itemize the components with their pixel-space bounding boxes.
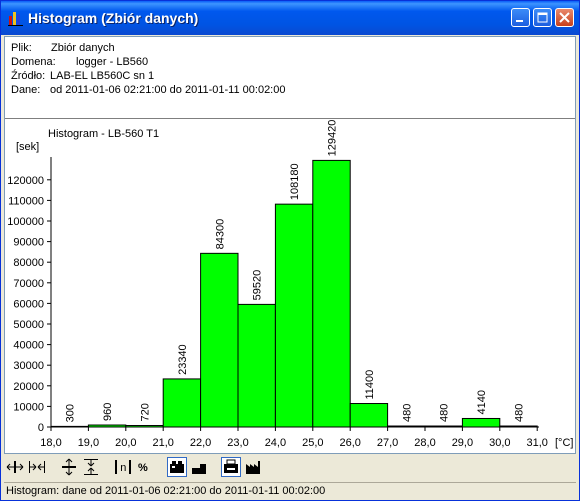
bar-value-label: 59520 [252,270,264,301]
y-tick-label: 10000 [13,401,44,413]
maximize-button[interactable] [533,8,552,27]
source-value: LAB-EL LB560C sn 1 [50,70,155,82]
bar-value-label: 960 [102,403,114,421]
y-tick-label: 60000 [13,298,44,310]
legend-toggle-button[interactable] [167,457,187,477]
bar-value-label: 4140 [476,390,488,414]
x-tick-label: 24,0 [265,437,286,449]
y-tick-label: 40000 [13,340,44,352]
x-axis-unit: [°C] [555,437,573,449]
y-tick-label: 0 [38,422,44,434]
histogram-panel: Plik: Zbiór danych Domena: logger - LB56… [4,36,576,454]
bar-value-label: 720 [140,403,152,421]
y-tick-label: 90000 [13,237,44,249]
x-tick-label: 20,0 [115,437,136,449]
data-range-value: od 2011-01-06 02:21:00 do 2011-01-11 00:… [50,84,286,96]
x-tick-label: 18,0 [40,437,61,449]
bar-value-label: 480 [439,404,451,422]
close-icon [559,12,570,23]
y-tick-label: 110000 [8,195,44,207]
chart-title: Histogram - LB-560 T1 [48,128,159,140]
x-tick-label: 30,0 [489,437,510,449]
bar-value-label: 23340 [177,344,189,375]
y-tick-label: 80000 [13,257,44,269]
x-tick-label: 29,0 [452,437,473,449]
x-tick-label: 21,0 [152,437,173,449]
y-tick-label: 30000 [13,360,44,372]
zoom-y-in-button[interactable] [59,457,79,477]
x-tick-label: 31,0 [526,437,547,449]
count-mode-button[interactable]: n [113,457,133,477]
svg-text:n: n [120,463,127,475]
y-tick-label: 120000 [7,175,44,187]
bar-value-label: 480 [401,404,413,422]
bar-value-label: 11400 [364,370,376,400]
file-value: Zbiór danych [51,42,115,54]
file-label: Plik: [11,42,32,54]
percent-mode-icon: % [138,462,148,474]
histogram-bar [200,252,239,428]
domain-value: logger - LB560 [76,56,149,68]
histogram-bar [162,378,202,428]
zoom-y-out-icon [84,459,98,475]
app-icon [8,12,23,26]
histogram-bar [312,159,351,428]
domain-label: Domena: [11,56,56,68]
window-title: Histogram (Zbiór danych) [28,10,199,26]
bar-value-label: 84300 [214,219,226,250]
minimize-button[interactable] [511,8,530,27]
histogram-window: Histogram (Zbiór danych) Plik: Zbiór dan… [0,0,580,501]
legend-toggle-icon [170,461,184,473]
maximize-icon [537,12,548,23]
x-tick-label: 27,0 [377,437,398,449]
histogram-bar [461,417,501,428]
x-tick-label: 25,0 [302,437,323,449]
factory-button[interactable] [243,457,263,477]
print-button[interactable] [221,457,241,477]
count-mode-icon: n [115,460,131,475]
bar-style-icon [192,464,206,474]
x-tick-label: 23,0 [227,437,248,449]
zoom-y-in-icon [62,458,76,476]
y-axis-unit: [sek] [16,141,39,153]
print-icon [224,459,238,473]
toolbar: n % [4,456,576,480]
status-bar: Histogram: dane od 2011-01-06 02:21:00 d… [4,482,576,499]
percent-mode-button[interactable]: % [135,457,155,477]
y-tick-label: 50000 [13,319,44,331]
minimize-icon [516,20,523,22]
zoom-x-in-button[interactable] [5,457,25,477]
y-tick-label: 20000 [13,381,44,393]
x-tick-label: 28,0 [414,437,435,449]
bar-style-button[interactable] [189,457,209,477]
data-range-label: Dane: [11,84,41,96]
histogram-bar [349,403,389,428]
zoom-y-out-button[interactable] [81,457,101,477]
bar-value-label: 300 [65,404,77,422]
factory-icon [246,461,260,474]
bar-value-label: 108180 [289,163,301,200]
bar-value-label: 480 [514,404,526,422]
histogram-bar [237,303,276,428]
title-bar[interactable]: Histogram (Zbiór danych) [1,1,579,35]
bar-value-label: 129420 [327,120,339,157]
histogram-bar [274,203,314,428]
x-tick-label: 19,0 [78,437,99,449]
zoom-x-out-icon [29,461,45,473]
y-tick-label: 70000 [13,278,44,290]
zoom-x-out-button[interactable] [27,457,47,477]
histogram-chart: Histogram - LB-560 T1 [sek] 300 960 720 233… [7,120,573,449]
x-tick-label: 22,0 [190,437,211,449]
y-tick-label: 100000 [7,216,44,228]
source-label: Źródło: [11,70,46,82]
x-tick-label: 26,0 [339,437,360,449]
zoom-x-in-icon [6,461,24,473]
svg-text:%: % [138,462,148,474]
close-button[interactable] [555,8,574,27]
